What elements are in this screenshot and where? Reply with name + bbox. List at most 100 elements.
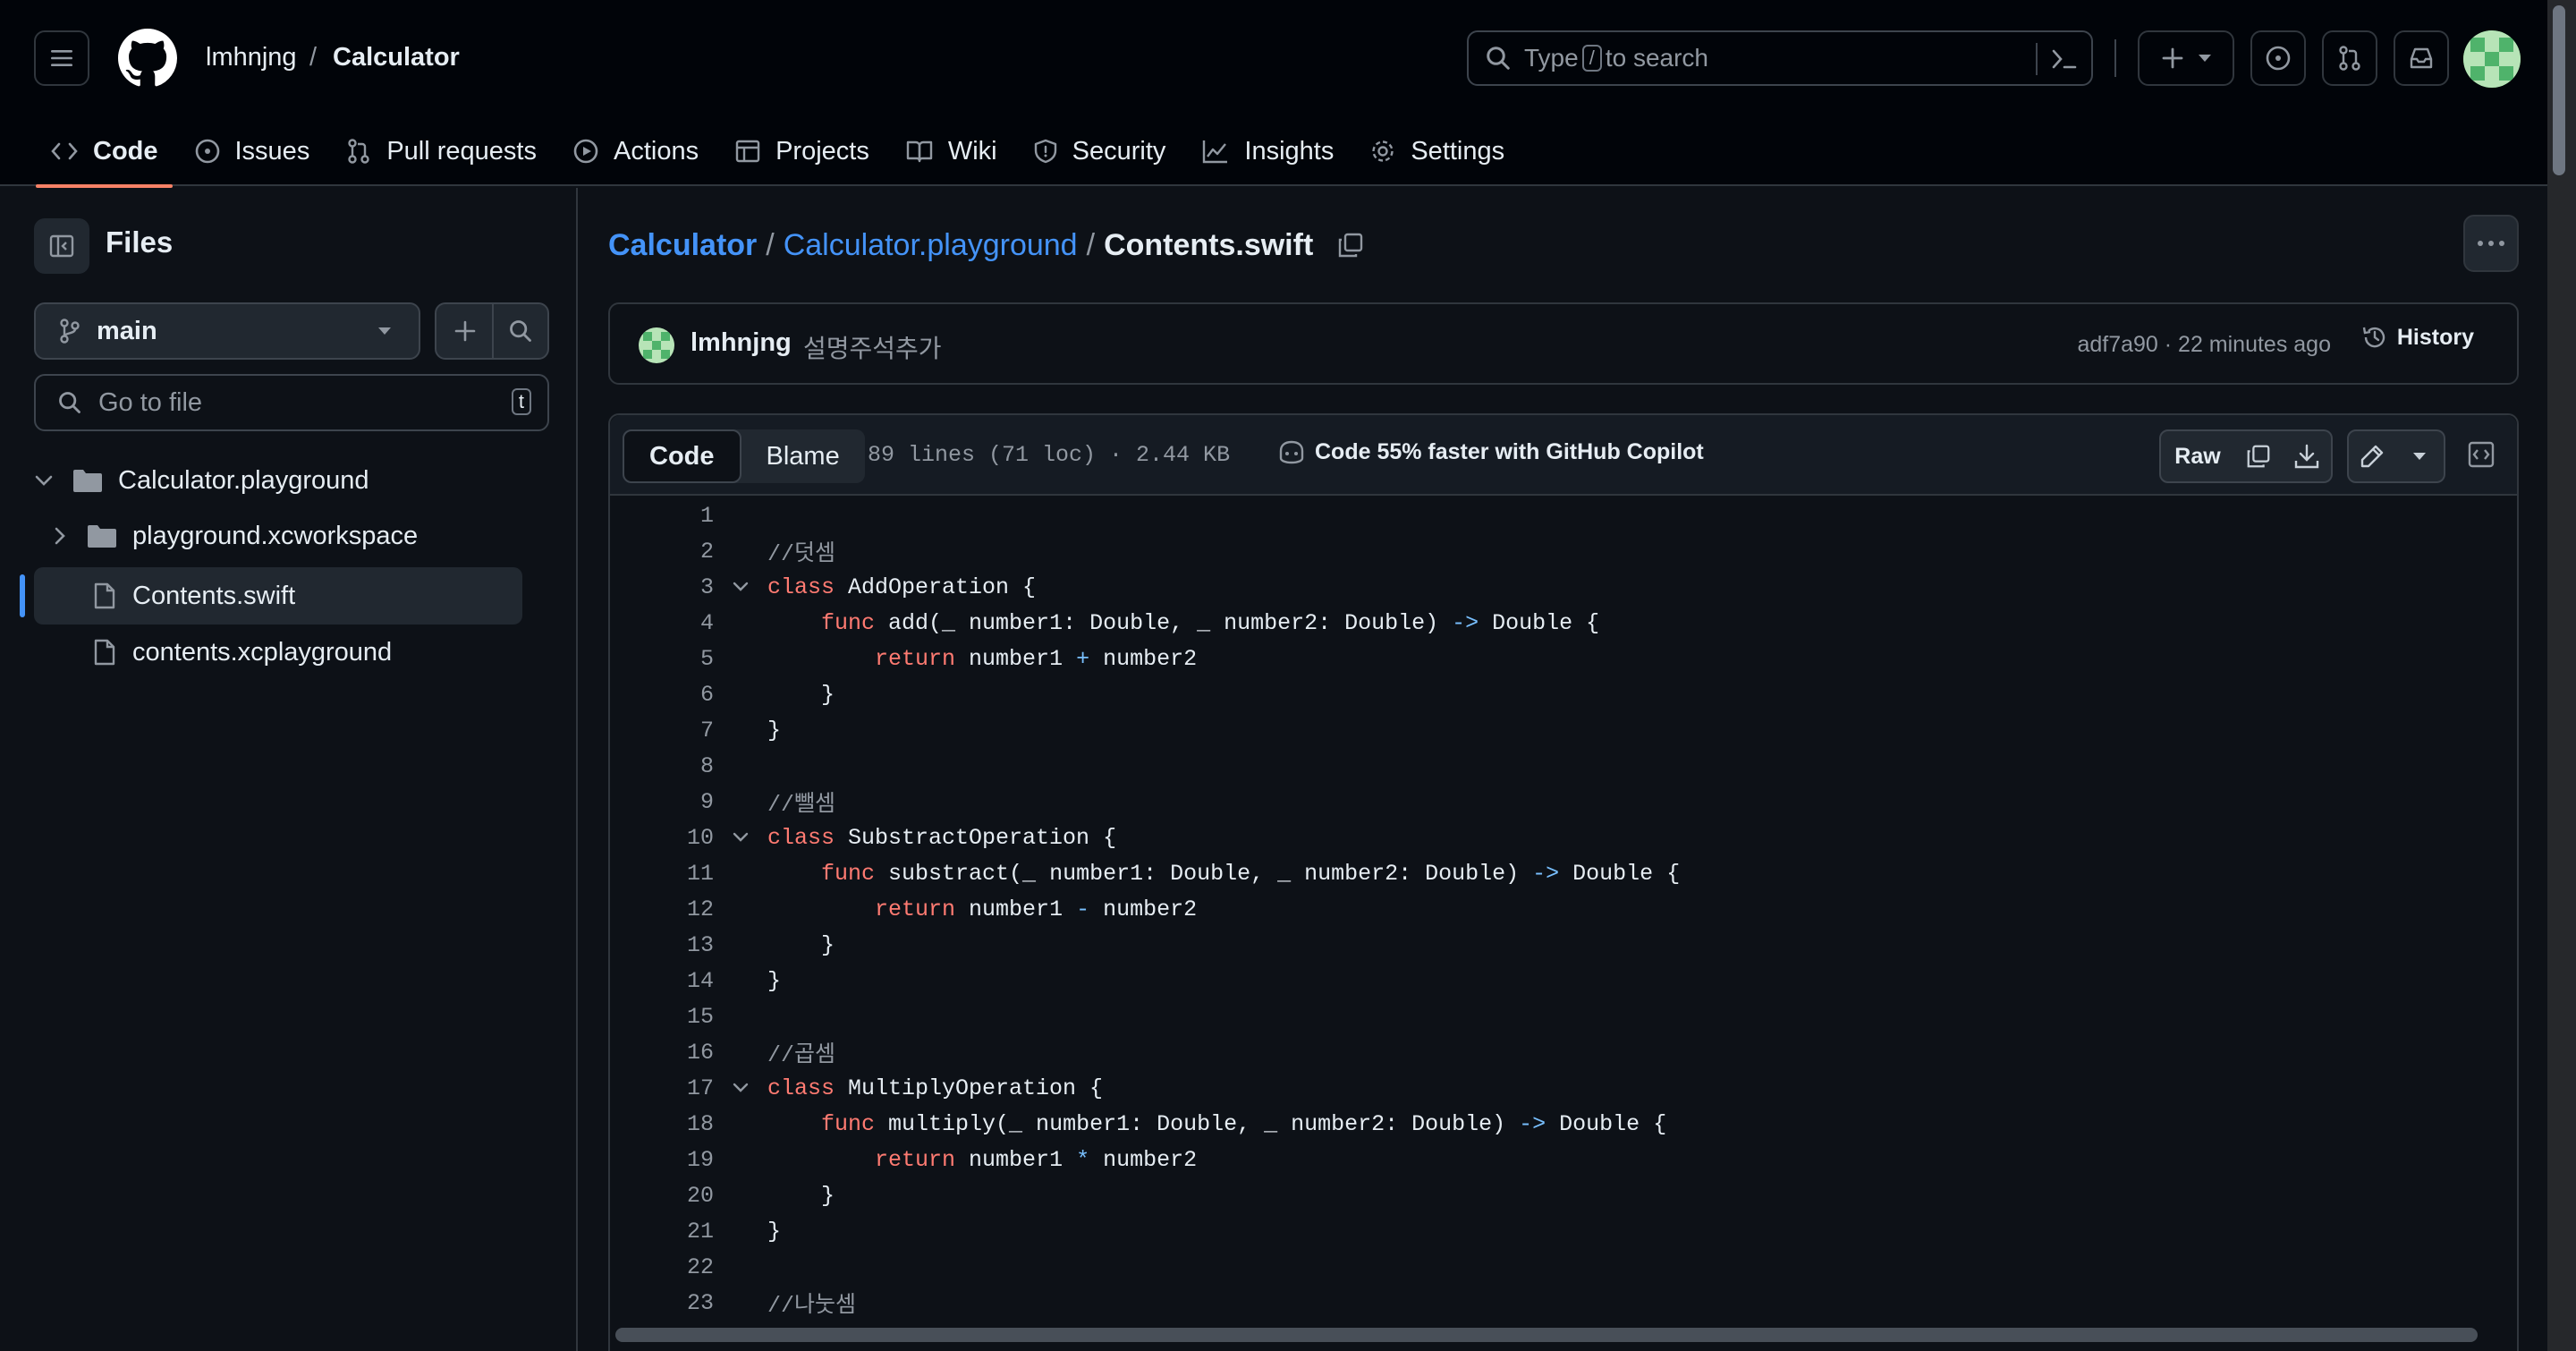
header-repo[interactable]: Calculator [333,39,460,75]
download-button[interactable] [2283,429,2333,483]
copy-raw-button[interactable] [2234,429,2284,483]
tree-item-contents-swift[interactable]: Contents.swift [34,567,522,625]
tree-item-label: playground.xcworkspace [132,521,419,550]
tree-item-contents-xcplayground[interactable]: contents.xcplayground [93,625,392,680]
folder-open-icon [73,470,102,492]
commit-sha-time[interactable]: adf7a90 · 22 minutes ago [2077,332,2331,358]
fold-chevron-icon[interactable] [714,832,767,843]
code-text: } [767,1182,835,1209]
code-line: 13 } [610,927,2517,963]
tab-wiki[interactable]: Wiki [887,116,1015,186]
line-number[interactable]: 20 [610,1183,714,1209]
line-number[interactable]: 6 [610,682,714,708]
play-icon [573,139,598,164]
code-line: 5 return number1 + number2 [610,641,2517,676]
line-number[interactable]: 12 [610,896,714,922]
download-icon [2294,444,2319,469]
code-operator: -> [1519,1110,1546,1137]
tab-issues[interactable]: Issues [176,116,328,186]
create-new-button[interactable] [2138,30,2234,86]
line-number[interactable]: 3 [610,574,714,600]
tab-security[interactable]: Security [1015,116,1184,186]
avatar[interactable] [2463,30,2521,88]
breadcrumb-folder[interactable]: Calculator.playground [784,225,1078,265]
search-icon[interactable] [508,319,533,344]
plus-icon[interactable] [453,319,478,344]
line-number[interactable]: 8 [610,753,714,779]
line-number[interactable]: 14 [610,968,714,994]
line-number[interactable]: 22 [610,1254,714,1280]
code-view-button[interactable]: Code [623,429,741,483]
window-scrollbar-thumb[interactable] [2553,5,2565,175]
line-number[interactable]: 19 [610,1147,714,1173]
line-number[interactable]: 11 [610,861,714,887]
commit-author[interactable]: lmhnjng [691,328,792,358]
commit-author-avatar[interactable] [639,327,674,363]
tree-item-calculator-playground[interactable]: Calculator.playground [34,453,369,508]
inbox-button[interactable] [2394,30,2449,86]
collapse-sidebar-button[interactable] [34,218,89,274]
command-palette-icon[interactable] [2050,46,2079,72]
pull-requests-button[interactable] [2322,30,2377,86]
history-button[interactable]: History [2361,324,2474,351]
code-line: 22 [610,1249,2517,1285]
more-options-button[interactable] [2463,215,2519,272]
line-number[interactable]: 18 [610,1111,714,1137]
branch-selector[interactable]: main [34,302,420,360]
line-number[interactable]: 15 [610,1004,714,1030]
go-to-file-input[interactable]: Go to file t [34,374,549,431]
line-number[interactable]: 4 [610,610,714,636]
window-scrollbar[interactable] [2547,0,2576,1351]
code-line: 12 return number1 - number2 [610,891,2517,927]
line-number[interactable]: 7 [610,718,714,743]
tab-insights[interactable]: Insights [1183,116,1352,186]
code-line: 7} [610,712,2517,748]
menu-button[interactable] [34,30,89,86]
branch-icon [60,319,80,344]
blame-view-button[interactable]: Blame [741,429,865,483]
tab-pull-requests[interactable]: Pull requests [327,116,555,186]
line-number[interactable]: 16 [610,1040,714,1066]
line-number[interactable]: 1 [610,503,714,529]
line-number[interactable]: 13 [610,932,714,958]
breadcrumb-root[interactable]: Calculator [608,225,757,265]
code-text: multiply(_ number1: Double, _ number2: D… [875,1110,1520,1137]
header-owner[interactable]: lmhnjng [206,39,297,75]
github-logo-icon[interactable] [118,29,177,88]
tab-projects[interactable]: Projects [716,116,887,186]
fold-chevron-icon[interactable] [714,1083,767,1093]
history-icon [2362,327,2385,348]
code-viewer[interactable]: 1 2//덧셈 3 class AddOperation {4 func add(_ … [610,497,2517,1321]
line-number[interactable]: 5 [610,646,714,672]
symbols-panel-button[interactable] [2467,440,2496,469]
code-horizontal-scrollbar[interactable] [615,1328,2478,1342]
issues-button[interactable] [2250,30,2306,86]
code-comment: //덧셈 [767,541,836,567]
fold-chevron-icon[interactable] [714,582,767,592]
edit-button[interactable] [2347,429,2397,483]
tab-actions[interactable]: Actions [555,116,716,186]
line-number[interactable]: 10 [610,825,714,851]
go-to-file-shortcut: t [511,388,531,415]
breadcrumb-file: Contents.swift [1104,228,1314,262]
raw-button[interactable]: Raw [2159,429,2236,483]
line-number[interactable]: 2 [610,539,714,565]
search-input[interactable]: Type / to search [1467,30,2093,86]
tree-item-playground-xcworkspace[interactable]: playground.xcworkspace [54,508,418,564]
edit-options-button[interactable] [2395,429,2445,483]
tab-label: Wiki [947,136,997,166]
line-number[interactable]: 9 [610,789,714,815]
tab-code[interactable]: Code [32,116,176,188]
tab-settings[interactable]: Settings [1352,116,1522,186]
code-keyword: return [875,1146,956,1173]
header-separator: / [309,43,318,72]
commit-message[interactable]: 설명주석추가 [803,329,942,365]
line-number[interactable]: 21 [610,1219,714,1245]
line-number[interactable]: 17 [610,1075,714,1101]
search-prefix: Type [1524,44,1579,72]
copilot-promo[interactable]: Code 55% faster with GitHub Copilot [1277,438,1704,465]
code-line: 23 //나눗셈 [610,1285,2517,1321]
line-number[interactable]: 23 [610,1290,714,1316]
copy-path-icon[interactable] [1336,231,1365,259]
